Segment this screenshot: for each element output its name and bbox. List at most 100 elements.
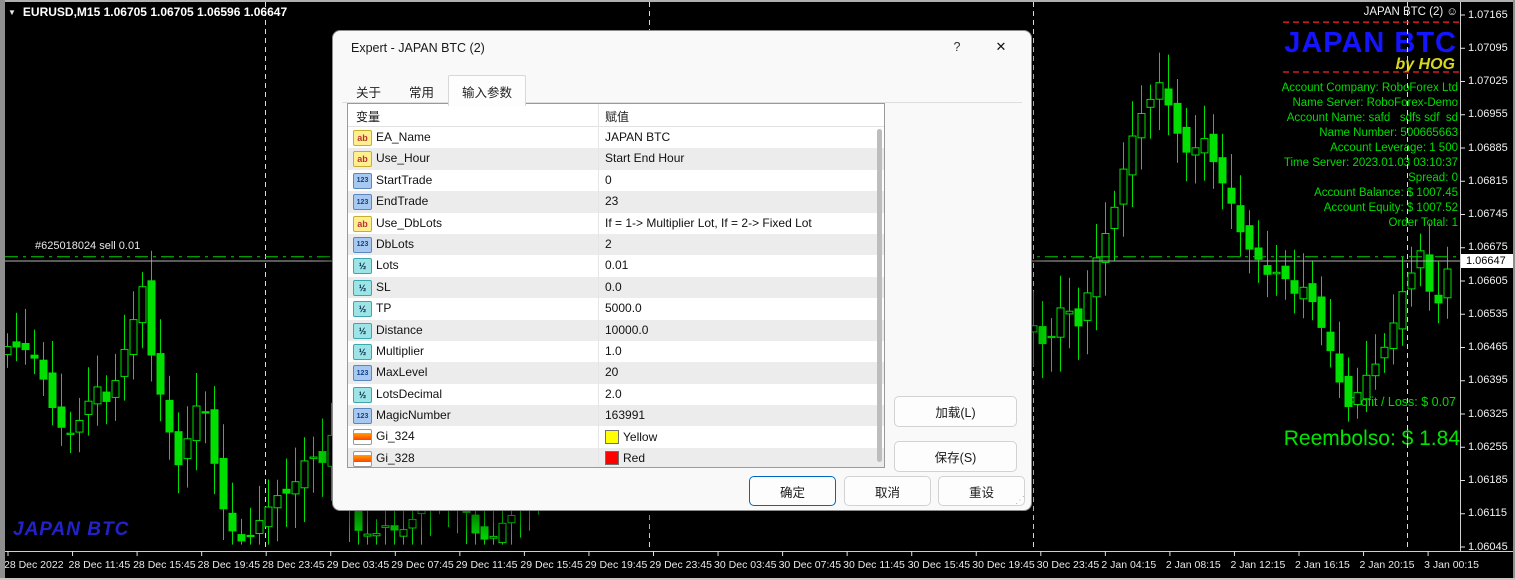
param-row-SL[interactable]: ½ SL 0.0 [348, 276, 884, 299]
symbol-dropdown-icon[interactable]: ▼ [8, 8, 16, 17]
bull-candle [84, 400, 93, 416]
tab-关于[interactable]: 关于 [342, 75, 395, 106]
bear-candle [1434, 294, 1443, 304]
time-axis-label: 30 Dec 07:45 [778, 559, 842, 571]
bear-candle [219, 458, 228, 510]
param-name: Use_DbLots [376, 215, 443, 230]
column-header-value: 赋值 [605, 110, 630, 124]
bull-candle [399, 529, 408, 537]
bull-candle [1128, 135, 1137, 176]
time-axis-label: 29 Dec 11:45 [455, 559, 518, 571]
parameters-table[interactable]: 变量 赋值 ab EA_Name JAPAN BTC ab Use_Hour Start … [347, 103, 885, 468]
param-row-TP[interactable]: ½ TP 5000.0 [348, 298, 884, 319]
param-value[interactable]: Start End Hour [605, 151, 684, 165]
resize-grip[interactable]: ⋰ [1015, 495, 1026, 506]
param-row-Distance[interactable]: ½ Distance 10000.0 [348, 319, 884, 341]
save-button[interactable]: 保存(S) [894, 441, 1017, 472]
param-type-int-icon: 123 [353, 194, 372, 211]
param-value[interactable]: 163991 [605, 408, 645, 422]
param-type-int-icon: 123 [353, 365, 372, 382]
price-axis-label: 1.06535 [1468, 307, 1508, 320]
bull-candle [309, 456, 318, 459]
time-axis-label: 2 Jan 04:15 [1101, 559, 1157, 571]
bull-candle [1146, 98, 1155, 108]
param-value[interactable]: 1.0 [605, 344, 622, 358]
param-value[interactable]: 0.01 [605, 258, 628, 272]
param-value-text: 10000.0 [605, 322, 649, 337]
bull-candle [3, 346, 12, 356]
param-value[interactable]: 5000.0 [605, 301, 642, 315]
bear-candle [1290, 280, 1299, 294]
param-row-Gi_328[interactable]: Gi_328 Red [348, 447, 884, 467]
param-value[interactable]: Yellow [605, 429, 657, 444]
bull-candle [507, 515, 516, 524]
param-row-Gi_324[interactable]: Gi_324 Yellow [348, 426, 884, 447]
bull-candle [255, 520, 264, 534]
bear-candle [1425, 254, 1434, 292]
bull-candle [1416, 250, 1425, 269]
price-axis-label: 1.06955 [1468, 108, 1508, 121]
param-name: DbLots [376, 236, 415, 251]
bull-candle [408, 518, 417, 529]
tab-常用[interactable]: 常用 [395, 75, 448, 106]
tab-输入参数[interactable]: 输入参数 [448, 75, 527, 106]
close-icon[interactable]: ✕ [993, 39, 1009, 55]
param-value[interactable]: 0 [605, 173, 612, 187]
bear-candle [1182, 126, 1191, 153]
param-row-Use_Hour[interactable]: ab Use_Hour Start End Hour [348, 148, 884, 170]
param-value-text: 163991 [605, 408, 646, 423]
window-border-top [0, 0, 1515, 2]
param-row-MagicNumber[interactable]: 123 MagicNumber 163991 [348, 405, 884, 427]
time-axis-label: 29 Dec 07:45 [391, 559, 454, 571]
load-button[interactable]: 加载(L) [894, 396, 1017, 427]
column-divider [598, 104, 599, 467]
param-value[interactable]: 2.0 [605, 387, 622, 401]
param-row-Multiplier[interactable]: ½ Multiplier 1.0 [348, 341, 884, 362]
param-value[interactable]: 20 [605, 365, 618, 379]
bull-candle [120, 348, 129, 377]
param-value[interactable]: 23 [605, 194, 618, 208]
param-value[interactable]: If = 1-> Multiplier Lot, If = 2-> Fixed … [605, 216, 812, 230]
help-button[interactable]: ? [949, 40, 965, 54]
param-value[interactable]: 10000.0 [605, 323, 648, 337]
ok-button[interactable]: 确定 [749, 476, 836, 506]
bull-candle [1272, 271, 1281, 275]
param-value[interactable]: JAPAN BTC [605, 130, 670, 144]
cancel-button[interactable]: 取消 [844, 476, 931, 506]
price-axis-label: 1.06185 [1468, 474, 1508, 486]
bear-candle [480, 526, 489, 540]
current-price-tag: 1.06647 [1461, 254, 1513, 269]
param-value-text: JAPAN BTC [605, 130, 671, 144]
param-row-LotsDecimal[interactable]: ½ LotsDecimal 2.0 [348, 384, 884, 405]
bull-candle [1056, 307, 1065, 338]
param-value[interactable]: Red [605, 451, 645, 466]
param-type-int-icon: 123 [353, 172, 372, 189]
param-row-Use_DbLots[interactable]: ab Use_DbLots If = 1-> Multiplier Lot, If … [348, 213, 884, 234]
param-type-str-icon: ab [353, 215, 372, 232]
dialog-title: Expert - JAPAN BTC (2) [351, 41, 485, 55]
bull-candle [138, 286, 147, 324]
bear-candle [1335, 353, 1344, 383]
bear-candle [21, 343, 30, 351]
bull-candle [1083, 292, 1092, 321]
bear-candle [1245, 225, 1254, 250]
price-axis-label: 1.06815 [1468, 174, 1508, 187]
time-axis-label: 29 Dec 03:45 [326, 559, 390, 571]
param-row-EndTrade[interactable]: 123 EndTrade 23 [348, 191, 884, 213]
bear-candle [390, 525, 399, 531]
bear-candle [1326, 331, 1335, 352]
bear-candle [57, 406, 66, 428]
param-row-Lots[interactable]: ½ Lots 0.01 [348, 255, 884, 276]
bull-candle [1119, 168, 1128, 205]
bull-candle [1299, 286, 1308, 300]
param-row-DbLots[interactable]: 123 DbLots 2 [348, 233, 884, 256]
param-value[interactable]: 0.0 [605, 280, 622, 294]
param-row-EA_Name[interactable]: ab EA_Name JAPAN BTC [348, 127, 884, 148]
param-row-MaxLevel[interactable]: 123 MaxLevel 20 [348, 362, 884, 384]
bear-candle [1281, 265, 1290, 280]
param-type-clr-icon [353, 450, 372, 467]
param-value[interactable]: 2 [605, 237, 612, 251]
reset-button[interactable]: 重设 [938, 476, 1025, 506]
param-row-StartTrade[interactable]: 123 StartTrade 0 [348, 170, 884, 191]
table-scrollbar[interactable] [877, 129, 882, 462]
